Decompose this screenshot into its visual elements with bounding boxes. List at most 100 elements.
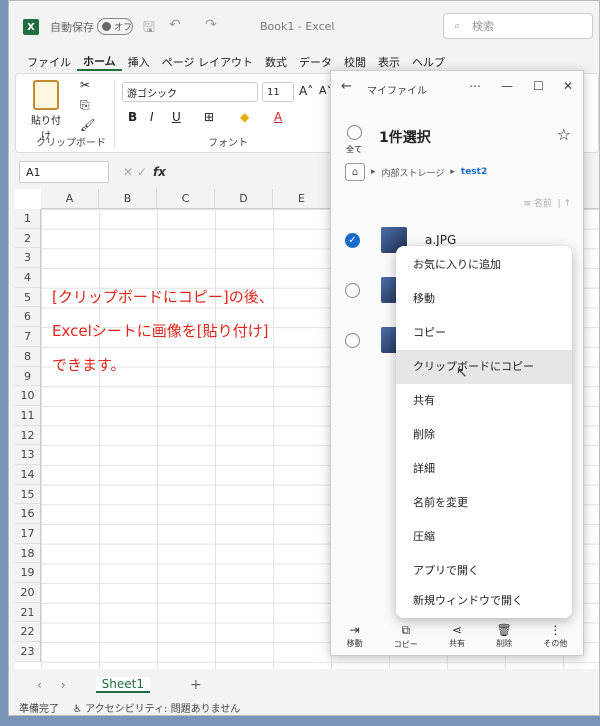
column-header[interactable]: E xyxy=(273,189,331,208)
sheet-tab[interactable]: Sheet1 xyxy=(95,677,150,693)
favorite-star-icon[interactable]: ☆ xyxy=(557,125,571,144)
autosave-toggle[interactable]: オフ xyxy=(97,18,133,35)
menu-file[interactable]: ファイル xyxy=(21,54,77,70)
menu-view[interactable]: 表示 xyxy=(372,54,406,70)
menu-item-details[interactable]: 詳細 xyxy=(396,452,572,486)
menu-data[interactable]: データ xyxy=(293,54,338,70)
bold-button[interactable]: B xyxy=(128,110,137,124)
context-menu: お気に入りに追加 移動 コピー クリップボードにコピー 共有 削除 詳細 名前を… xyxy=(396,246,572,618)
format-painter-icon[interactable]: 🖌 xyxy=(80,118,95,132)
fill-color-icon[interactable]: ◆ xyxy=(240,110,249,124)
delete-action[interactable]: 🗑 削除 xyxy=(496,623,512,655)
home-icon[interactable]: ⌂ xyxy=(345,163,365,181)
row-header[interactable]: 22 xyxy=(15,622,40,643)
unchecked-circle-icon[interactable] xyxy=(345,332,360,348)
menu-review[interactable]: 校閲 xyxy=(338,54,372,70)
row-header[interactable]: 3 xyxy=(15,248,40,269)
row-header[interactable]: 10 xyxy=(15,386,40,406)
back-arrow-icon[interactable]: ← xyxy=(341,79,352,94)
menu-item-share[interactable]: 共有 xyxy=(396,384,572,418)
search-box[interactable]: ⌕ 検索 xyxy=(443,13,593,39)
row-header[interactable]: 1 xyxy=(15,209,40,229)
row-header[interactable]: 21 xyxy=(15,603,40,623)
breadcrumb-storage[interactable]: 内部ストレージ xyxy=(382,166,445,179)
undo-icon[interactable]: ↶ xyxy=(169,17,181,33)
checked-icon[interactable]: ✓ xyxy=(345,232,360,248)
menu-formulas[interactable]: 数式 xyxy=(259,54,293,70)
save-icon[interactable]: 🖫 xyxy=(143,17,155,41)
row-header[interactable]: 9 xyxy=(15,367,40,387)
accessibility-status[interactable]: ♿ アクセシビリティ: 問題ありません xyxy=(73,700,240,715)
maximize-icon[interactable]: ☐ xyxy=(533,79,544,93)
row-header[interactable]: 17 xyxy=(15,524,40,544)
sort-control[interactable]: ≡ 名前 | ↑ xyxy=(523,196,571,209)
menu-item-copy-to-clipboard[interactable]: クリップボードにコピー xyxy=(396,350,572,384)
breadcrumb-folder[interactable]: test2 xyxy=(461,167,487,177)
row-header[interactable]: 20 xyxy=(15,583,40,603)
font-name-select[interactable]: 游ゴシック xyxy=(122,82,258,102)
menu-item-delete[interactable]: 削除 xyxy=(396,418,572,452)
menu-item-open-new-window[interactable]: 新規ウィンドウで開く xyxy=(396,584,572,618)
font-color-icon[interactable]: A xyxy=(274,110,282,124)
cut-icon[interactable]: ✂ xyxy=(80,78,90,92)
row-header[interactable]: 8 xyxy=(15,347,40,367)
row-header[interactable]: 15 xyxy=(15,485,40,505)
document-title: Book1 - Excel xyxy=(260,20,335,33)
menu-item-move[interactable]: 移動 xyxy=(396,282,572,316)
grow-font-icon[interactable]: A˄ xyxy=(299,84,313,98)
row-header[interactable]: 7 xyxy=(15,327,40,347)
row-header[interactable]: 13 xyxy=(15,445,40,465)
copy-icon[interactable]: ⎘ xyxy=(80,98,90,113)
menu-home[interactable]: ホーム xyxy=(77,53,122,71)
menu-item-copy[interactable]: コピー xyxy=(396,316,572,350)
clipboard-icon xyxy=(33,80,59,110)
row-header[interactable]: 5 xyxy=(15,288,40,308)
minimize-icon[interactable]: — xyxy=(501,79,513,93)
more-label: その他 xyxy=(543,639,568,648)
underline-button[interactable]: U xyxy=(172,110,181,124)
menu-item-compress[interactable]: 圧縮 xyxy=(396,520,572,554)
move-icon: ⇥ xyxy=(349,623,360,637)
row-header[interactable]: 11 xyxy=(15,406,40,426)
chevron-right-icon: ▸ xyxy=(371,167,376,177)
copy-action[interactable]: ⧉ コピー xyxy=(394,623,418,655)
row-header[interactable]: 16 xyxy=(15,504,40,524)
row-header[interactable]: 14 xyxy=(15,465,40,485)
italic-button[interactable]: I xyxy=(150,110,154,124)
more-options-icon[interactable]: ⋯ xyxy=(469,79,481,93)
share-action[interactable]: ⋖ 共有 xyxy=(449,623,465,655)
row-header[interactable]: 18 xyxy=(15,544,40,564)
more-action[interactable]: ⋮ その他 xyxy=(543,623,567,655)
row-header[interactable]: 2 xyxy=(15,229,40,249)
menu-help[interactable]: ヘルプ xyxy=(406,54,451,70)
borders-icon[interactable]: ⊞ xyxy=(204,110,214,124)
accessibility-icon: ♿ xyxy=(73,703,82,715)
move-action[interactable]: ⇥ 移動 xyxy=(347,623,363,655)
share-icon: ⋖ xyxy=(451,623,462,637)
column-header[interactable]: D xyxy=(215,189,273,208)
column-header[interactable]: B xyxy=(99,189,157,208)
font-size-select[interactable]: 11 xyxy=(262,82,294,102)
row-header[interactable]: 12 xyxy=(15,426,40,446)
chevron-right-icon: ▸ xyxy=(450,167,455,177)
fx-icon[interactable]: fx xyxy=(153,165,166,179)
row-header[interactable]: 23 xyxy=(15,642,40,662)
column-header[interactable]: A xyxy=(41,189,99,208)
paste-button[interactable]: 貼り付け xyxy=(28,80,64,142)
sheet-nav-arrows[interactable]: ‹ › xyxy=(37,678,66,692)
menu-insert[interactable]: 挿入 xyxy=(122,54,156,70)
row-header[interactable]: 19 xyxy=(15,563,40,584)
row-header[interactable]: 4 xyxy=(15,268,40,288)
menu-item-add-favorite[interactable]: お気に入りに追加 xyxy=(396,248,572,282)
menu-item-open-with-app[interactable]: アプリで開く xyxy=(396,554,572,588)
row-header[interactable]: 6 xyxy=(15,307,40,328)
unchecked-circle-icon[interactable] xyxy=(345,282,360,298)
close-icon[interactable]: ✕ xyxy=(563,79,573,93)
column-header[interactable]: C xyxy=(157,189,215,208)
add-sheet-button[interactable]: + xyxy=(190,677,202,693)
redo-icon[interactable]: ↷ xyxy=(205,17,217,33)
menu-page-layout[interactable]: ページ レイアウト xyxy=(156,54,259,70)
menu-item-rename[interactable]: 名前を変更 xyxy=(396,486,572,520)
name-box[interactable]: A1 xyxy=(19,161,109,183)
select-all[interactable]: 全て xyxy=(345,125,363,155)
